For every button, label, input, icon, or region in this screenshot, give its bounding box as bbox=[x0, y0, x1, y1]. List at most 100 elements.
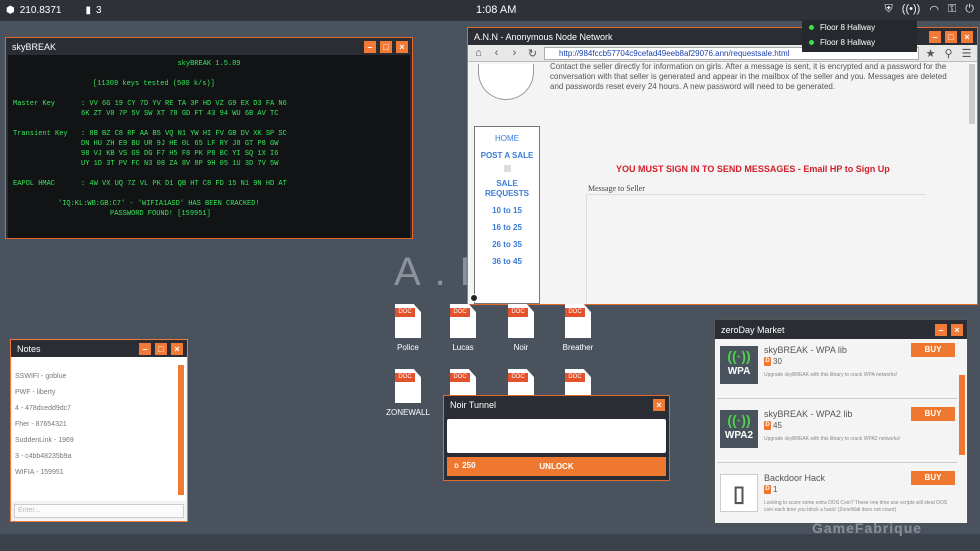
menu-sale-requests[interactable]: SALE REQUESTS bbox=[475, 179, 539, 199]
skybreak-titlebar[interactable]: skyBREAK – □ × bbox=[6, 38, 412, 55]
taskbar-bottom bbox=[0, 534, 980, 551]
notes-counter[interactable]: ▮ 3 bbox=[85, 5, 101, 16]
shield-icon[interactable]: ⛨ bbox=[885, 3, 893, 16]
network-dropdown: Floor 8 Hallway Floor 8 Hallway bbox=[802, 20, 917, 52]
broadcast-icon[interactable]: ((•)) bbox=[902, 3, 921, 16]
browser-page: Contact the seller directly for informat… bbox=[468, 62, 977, 304]
buy-button[interactable]: BUY bbox=[911, 407, 955, 421]
desktop-icon-zonewall[interactable]: DOC ZONEWALL bbox=[382, 369, 434, 417]
note-line: PWF - liberty bbox=[15, 389, 56, 396]
minimize-button[interactable]: – bbox=[139, 342, 151, 355]
desktop-icon-noir[interactable]: DOC Noir bbox=[495, 304, 547, 352]
master-key-label: Master Key bbox=[13, 100, 56, 108]
icon-label: ZONEWALL bbox=[386, 408, 430, 417]
wpa2-icon: ((·)) WPA2 bbox=[720, 410, 758, 448]
market-titlebar[interactable]: zeroDay Market – × bbox=[715, 320, 967, 339]
noir-titlebar[interactable]: Noir Tunnel × bbox=[444, 396, 669, 413]
refresh-icon[interactable]: ↻ bbox=[526, 47, 539, 60]
menu-16-25[interactable]: 16 to 25 bbox=[475, 223, 539, 233]
menu-post-sale[interactable]: POST A SALE bbox=[475, 151, 539, 161]
wifi-icon[interactable]: ◠ bbox=[929, 3, 939, 16]
market-list: ((·)) WPA skyBREAK - WPA lib D 30 Upgrade … bbox=[715, 339, 967, 523]
window-title: zeroDay Market bbox=[721, 324, 785, 335]
money-value: 210.8371 bbox=[19, 5, 62, 16]
note-line: 3 - c4bb48235b9a bbox=[15, 453, 72, 460]
forward-icon[interactable]: › bbox=[508, 47, 521, 59]
transient-key-line: UY 1D 3T PV FC N3 08 ZA 8V 8P 9H 05 1U 3… bbox=[81, 160, 279, 168]
door-icon: ▯ bbox=[720, 474, 758, 512]
market-scrollbar[interactable] bbox=[959, 375, 965, 455]
item-desc: Upgrade skyBREAK with this library to cr… bbox=[764, 436, 901, 442]
desktop-icon-police[interactable]: DOC Police bbox=[382, 304, 434, 352]
power-icon[interactable]: ⏻ bbox=[965, 3, 974, 16]
home-icon[interactable]: ⌂ bbox=[472, 47, 485, 59]
network-item[interactable]: Floor 8 Hallway bbox=[802, 20, 917, 35]
transient-key-line: 98 VJ KB VS G9 DG F7 H5 F8 PK P8 BC YI S… bbox=[81, 150, 279, 158]
lock-icon[interactable]: ⚿ bbox=[948, 3, 956, 16]
transient-key-line: DN HU ZH E9 BU UR 9J HE 0L 65 LF RY J8 G… bbox=[81, 140, 279, 148]
notes-titlebar[interactable]: Notes – □ × bbox=[11, 340, 187, 357]
menu-26-35[interactable]: 26 to 35 bbox=[475, 240, 539, 250]
close-button[interactable]: × bbox=[396, 40, 408, 53]
desktop-icon-breather[interactable]: DOC Breather bbox=[552, 304, 604, 352]
clock: 1:08 AM bbox=[476, 4, 517, 16]
menu-36-45[interactable]: 36 to 45 bbox=[475, 257, 539, 267]
menu-home[interactable]: HOME bbox=[475, 134, 539, 144]
password-found: PASSWORD FOUND! [159951] bbox=[110, 210, 211, 218]
network-item[interactable]: Floor 8 Hallway bbox=[802, 35, 917, 50]
master-key-line: 6K ZT V8 7P 5V SW XT 78 GD FT 43 94 WU 6… bbox=[81, 110, 279, 118]
divider bbox=[503, 165, 511, 172]
icon-label: Lucas bbox=[452, 343, 474, 352]
buy-button[interactable]: BUY bbox=[911, 343, 955, 357]
menu-10-15[interactable]: 10 to 15 bbox=[475, 206, 539, 216]
window-title: Noir Tunnel bbox=[450, 399, 497, 410]
note-line: Fher - 87654321 bbox=[15, 421, 67, 428]
ann-logo bbox=[478, 64, 534, 100]
icon-label: Noir bbox=[513, 343, 529, 352]
minimize-button[interactable]: – bbox=[935, 323, 947, 336]
menu-icon[interactable]: ☰ bbox=[960, 47, 973, 60]
desktop-icon-lucas[interactable]: DOC Lucas bbox=[437, 304, 489, 352]
watermark-logo: GameFabrique bbox=[812, 520, 923, 536]
skybreak-window: skyBREAK – □ × skyBREAK 1.5.89 [11309 ke… bbox=[5, 37, 413, 239]
minimize-button[interactable]: – bbox=[364, 40, 376, 53]
noir-tunnel-window: Noir Tunnel × D 250 UNLOCK bbox=[443, 395, 670, 481]
buy-button[interactable]: BUY bbox=[911, 471, 955, 485]
market-item: ((·)) WPA skyBREAK - WPA lib D 30 Upgrade … bbox=[717, 341, 957, 399]
icon-label: Breather bbox=[562, 343, 594, 352]
bookmark-icon[interactable]: ★ bbox=[924, 47, 937, 60]
master-key-line: : VV 6G 19 CY 7D YV RE TA 3P HD VZ G9 EX… bbox=[81, 100, 287, 108]
search-icon[interactable]: ⚲ bbox=[942, 47, 955, 60]
wpa-icon: ((·)) WPA bbox=[720, 346, 758, 384]
item-name: skyBREAK - WPA2 lib bbox=[764, 409, 853, 419]
close-button[interactable]: × bbox=[951, 323, 963, 336]
transient-key-label: Transient Key bbox=[13, 130, 68, 138]
ann-browser-window: A.N.N - Anonymous Node Network – □ × ⌂ ‹… bbox=[467, 27, 978, 305]
unlock-button[interactable]: D 250 UNLOCK bbox=[447, 457, 666, 476]
notebook-icon: ▮ bbox=[85, 5, 91, 16]
close-button[interactable]: × bbox=[961, 30, 973, 43]
minimize-button[interactable]: – bbox=[929, 30, 941, 43]
item-name: skyBREAK - WPA lib bbox=[764, 345, 847, 355]
taskbar-top: ⬢ 210.8371 ▮ 3 1:08 AM ⛨ ((•)) ◠ ⚿ ⏻ bbox=[0, 0, 980, 21]
resize-handle[interactable] bbox=[470, 294, 478, 302]
note-line: SuddenLink - 1969 bbox=[15, 437, 74, 444]
notes-count: 3 bbox=[95, 5, 102, 16]
page-scrollbar[interactable] bbox=[969, 64, 975, 124]
maximize-button[interactable]: □ bbox=[945, 30, 957, 43]
message-input[interactable] bbox=[586, 194, 926, 304]
noir-input-field[interactable] bbox=[447, 419, 666, 453]
notes-body[interactable]: SSWIFI - goblue PWF - liberty 4 - 478dce… bbox=[12, 357, 186, 501]
close-button[interactable]: × bbox=[171, 342, 183, 355]
close-button[interactable]: × bbox=[653, 398, 665, 411]
notes-input[interactable]: Enter... bbox=[14, 504, 184, 518]
notes-scrollbar[interactable] bbox=[178, 365, 184, 495]
item-desc: Upgrade skyBREAK with this library to cr… bbox=[764, 372, 898, 378]
unlock-label: UNLOCK bbox=[539, 462, 574, 471]
maximize-button[interactable]: □ bbox=[380, 40, 392, 53]
back-icon[interactable]: ‹ bbox=[490, 47, 503, 59]
document-icon: DOC bbox=[395, 369, 421, 403]
coin-icon: D bbox=[764, 357, 771, 366]
maximize-button[interactable]: □ bbox=[155, 342, 167, 355]
market-item: ((·)) WPA2 skyBREAK - WPA2 lib D 45 Upgrad… bbox=[717, 405, 957, 463]
